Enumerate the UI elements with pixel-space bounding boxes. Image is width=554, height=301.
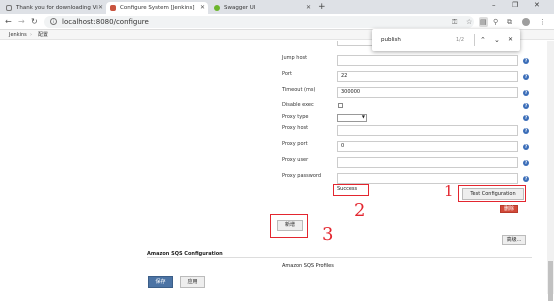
find-prev-icon[interactable]: ⌃ (480, 29, 486, 51)
find-divider (474, 34, 475, 46)
find-next-icon[interactable]: ⌄ (494, 29, 500, 51)
translate-icon[interactable]: ▤ (479, 17, 488, 27)
find-close-icon[interactable]: ✕ (508, 29, 513, 51)
help-icon[interactable]: ? (523, 176, 529, 182)
jump-host-input[interactable] (337, 55, 518, 66)
disable-exec-label: Disable exec (282, 102, 314, 108)
breadcrumb-jenkins[interactable]: Jenkins (9, 30, 27, 40)
help-icon[interactable]: ? (523, 160, 529, 166)
proxy-password-input[interactable] (337, 173, 518, 184)
back-button[interactable]: ← (5, 16, 12, 28)
find-bar: publish 1/2 ⌃ ⌄ ✕ (372, 29, 520, 51)
advanced-button[interactable]: 高级... (502, 235, 526, 245)
info-icon[interactable]: i (50, 18, 57, 25)
apply-button[interactable]: 应用 (180, 276, 205, 288)
tab-thank-you[interactable]: Thank you for downloading Vi ✕ (2, 2, 106, 14)
help-icon[interactable]: ? (523, 103, 529, 109)
proxy-port-input[interactable]: 0 (337, 141, 518, 152)
search-icon[interactable]: ⚲ (493, 17, 498, 27)
close-window-button[interactable]: ✕ (534, 1, 540, 9)
reload-button[interactable]: ↻ (31, 16, 38, 28)
extension-icon[interactable]: ⧉ (507, 17, 512, 27)
annotation-number-1: 1 (444, 182, 454, 200)
help-icon[interactable]: ? (523, 128, 529, 134)
scrollbar-thumb[interactable] (548, 261, 553, 301)
jenkins-icon (110, 5, 116, 11)
proxy-host-input[interactable] (337, 125, 518, 136)
avatar[interactable] (522, 18, 530, 26)
menu-icon[interactable]: ⋮ (539, 17, 546, 27)
proxy-host-label: Proxy host (282, 125, 309, 131)
proxy-password-label: Proxy password (282, 173, 322, 179)
tab-title: Thank you for downloading Vi (16, 5, 98, 11)
amazon-sqs-profiles-label: Amazon SQS Profiles (282, 263, 334, 269)
close-tab-icon[interactable]: ✕ (200, 2, 205, 14)
find-match-count: 1/2 (456, 37, 465, 43)
help-icon[interactable]: ? (523, 74, 529, 80)
swagger-icon (214, 5, 220, 11)
annotation-number-2: 2 (354, 200, 366, 221)
delete-button[interactable]: 删除 (500, 205, 518, 213)
url-text: localhost:8080/configure (62, 18, 149, 26)
annotation-number-3: 3 (322, 224, 334, 245)
help-icon[interactable]: ? (523, 144, 529, 150)
breadcrumb-configure[interactable]: 配置 (38, 30, 48, 40)
close-tab-icon[interactable]: ✕ (306, 2, 311, 14)
timeout-label: Timeout (ms) (282, 87, 316, 93)
minimize-button[interactable]: – (492, 1, 496, 9)
close-tab-icon[interactable]: ✕ (98, 2, 103, 14)
proxy-user-label: Proxy user (282, 157, 309, 163)
find-input[interactable]: publish (381, 29, 401, 51)
star-icon[interactable]: ☆ (466, 17, 472, 27)
timeout-input[interactable]: 300000 (337, 87, 518, 98)
annotation-box-add (270, 214, 308, 238)
page-icon (6, 5, 12, 11)
tab-title: Swagger UI (224, 5, 256, 11)
port-label: Port (282, 71, 292, 77)
maximize-button[interactable]: ❐ (512, 1, 518, 9)
browser-tab-bar: Thank you for downloading Vi ✕ Configure… (0, 0, 554, 14)
tab-configure-system[interactable]: Configure System [Jenkins] ✕ (106, 2, 208, 14)
help-icon[interactable]: ? (523, 115, 529, 121)
disable-exec-checkbox[interactable] (338, 103, 343, 108)
annotation-box-test-configuration (458, 185, 526, 202)
address-bar-row: ← → ↻ i localhost:8080/configure ⚿ ☆ ▤ ⚲… (0, 14, 554, 30)
tab-swagger-ui[interactable]: Swagger UI ✕ (210, 2, 314, 14)
help-icon[interactable]: ? (523, 58, 529, 64)
key-icon[interactable]: ⚿ (452, 17, 457, 27)
proxy-port-label: Proxy port (282, 141, 308, 147)
proxy-user-input[interactable] (337, 157, 518, 168)
breadcrumb-separator: › (30, 32, 32, 38)
proxy-type-select[interactable]: ▼ (337, 114, 367, 122)
help-icon[interactable]: ? (523, 90, 529, 96)
url-field[interactable]: i localhost:8080/configure (44, 16, 474, 28)
annotation-box-success (333, 184, 369, 196)
tab-title: Configure System [Jenkins] (120, 5, 195, 11)
page-scrollbar[interactable] (547, 41, 554, 301)
save-button[interactable]: 保存 (148, 276, 173, 288)
port-input[interactable]: 22 (337, 71, 518, 82)
forward-button[interactable]: → (18, 16, 25, 28)
section-divider (147, 257, 532, 258)
jump-host-label: Jump host (282, 55, 308, 61)
proxy-type-label: Proxy type (282, 114, 309, 120)
new-tab-button[interactable]: + (318, 2, 326, 12)
chevron-down-icon: ▼ (361, 114, 365, 119)
